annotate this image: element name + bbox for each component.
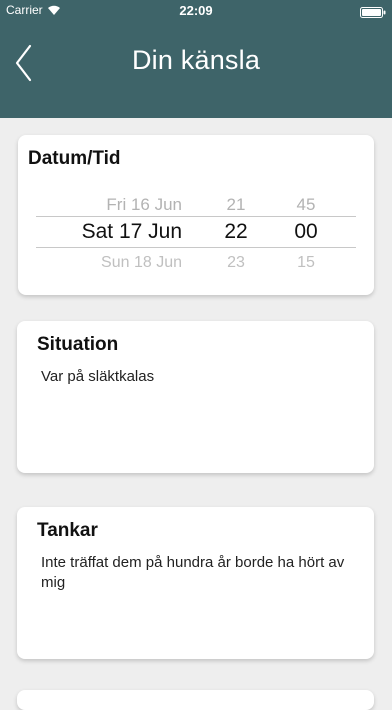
thoughts-card[interactable]: Tankar Inte träffat dem på hundra år bor… [17,507,374,659]
picker-selection-top-line [36,216,356,217]
situation-card[interactable]: Situation Var på släktkalas [17,321,374,473]
picker-row-previous[interactable]: Fri 16 Jun 21 45 [36,195,356,214]
battery-icon [360,5,386,18]
picker-day: Sun 18 Jun [101,254,182,270]
date-time-picker[interactable]: Fri 16 Jun 21 45 Sat 17 Jun 22 00 Sun 18… [36,195,356,271]
thoughts-title: Tankar [37,520,98,541]
situation-title: Situation [37,334,119,355]
picker-hour-selected: 22 [224,220,248,243]
next-card [17,690,374,710]
page-title: Din känsla [131,45,261,75]
date-time-card: Datum/Tid Fri 16 Jun 21 45 Sat 17 Jun 22… [18,135,374,295]
picker-hour: 23 [227,254,245,270]
picker-selection-bottom-line [36,247,356,248]
picker-row-selected[interactable]: Sat 17 Jun 22 00 [36,220,356,246]
situation-text[interactable]: Var på släktkalas [41,367,357,387]
thoughts-text[interactable]: Inte träffat dem på hundra år borde ha h… [41,553,357,593]
picker-hour: 21 [226,195,246,214]
status-time: 22:09 [179,3,213,18]
picker-day: Fri 16 Jun [106,195,182,214]
picker-row-next[interactable]: Sun 18 Jun 23 15 [36,254,356,270]
picker-minute-selected: 00 [294,220,318,243]
status-bar: Carrier 22:09 [0,0,392,22]
navigation-bar: Din känsla [0,22,392,118]
date-time-title: Datum/Tid [28,148,121,169]
picker-minute: 15 [297,254,315,270]
picker-day-selected: Sat 17 Jun [81,220,182,243]
picker-minute: 45 [296,195,316,214]
